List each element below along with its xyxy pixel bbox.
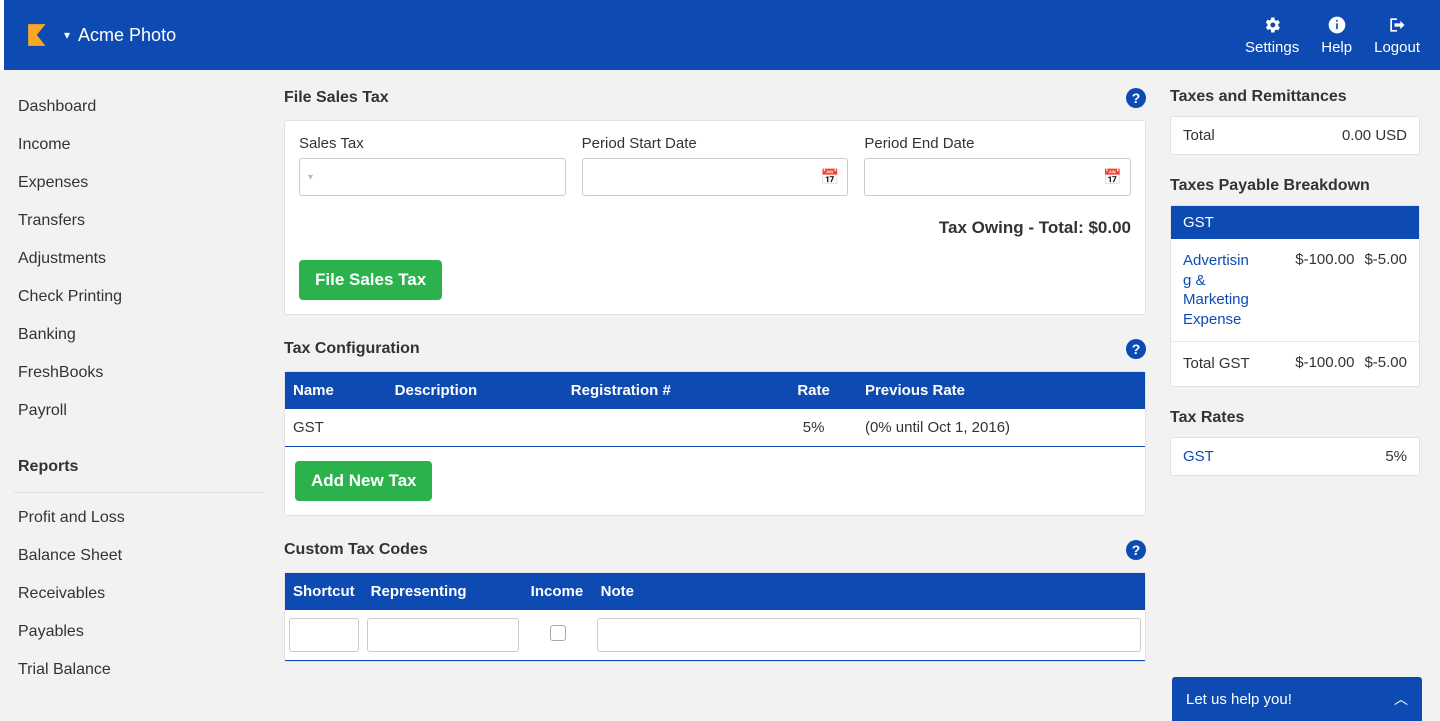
th-prev: Previous Rate [857, 372, 1145, 409]
tax-config-card: Name Description Registration # Rate Pre… [284, 371, 1146, 516]
custom-tax-codes-title: Custom Tax Codes [284, 541, 428, 559]
caret-down-icon: ▾ [64, 28, 70, 42]
breakdown-total-row: Total GST $-100.00 $-5.00 [1171, 342, 1419, 386]
tax-owing-total: Tax Owing - Total: $0.00 [299, 218, 1131, 238]
add-new-tax-button[interactable]: Add New Tax [295, 461, 432, 501]
gst-header: GST [1171, 206, 1419, 239]
representing-input[interactable] [367, 618, 519, 652]
period-end-input[interactable]: 📅 [864, 158, 1131, 196]
th-reg: Registration # [563, 372, 770, 409]
payable-breakdown-title: Taxes Payable Breakdown [1170, 177, 1420, 195]
nav-check-printing[interactable]: Check Printing [18, 278, 270, 316]
logout-icon [1387, 15, 1407, 35]
nav-banking[interactable]: Banking [18, 316, 270, 354]
custom-code-row [285, 610, 1145, 661]
reports-section-label: Reports [18, 448, 270, 486]
th-income: Income [523, 573, 593, 610]
tax-config-row[interactable]: GST 5% (0% until Oct 1, 2016) [285, 409, 1145, 447]
gear-icon [1262, 15, 1282, 35]
breakdown-link[interactable]: Advertising & Marketing Expense [1183, 251, 1253, 329]
help-bar[interactable]: Let us help you! ︿ [1172, 677, 1422, 721]
th-shortcut: Shortcut [285, 573, 363, 610]
tax-rate-link[interactable]: GST [1183, 448, 1214, 465]
help-icon[interactable]: ? [1126, 88, 1146, 108]
calendar-icon: 📅 [821, 168, 840, 186]
settings-button[interactable]: Settings [1245, 15, 1299, 56]
nav-payroll[interactable]: Payroll [18, 392, 270, 430]
help-button[interactable]: Help [1321, 15, 1352, 56]
taxes-remittances-title: Taxes and Remittances [1170, 88, 1420, 106]
tax-rate-row: GST 5% [1171, 438, 1419, 475]
calendar-icon: 📅 [1103, 168, 1122, 186]
total-value: 0.00 USD [1342, 127, 1407, 144]
nav-payables[interactable]: Payables [18, 613, 270, 651]
help-icon[interactable]: ? [1126, 540, 1146, 560]
th-name: Name [285, 372, 387, 409]
period-start-input[interactable]: 📅 [582, 158, 849, 196]
sidebar-divider [14, 492, 264, 493]
file-sales-tax-button[interactable]: File Sales Tax [299, 260, 442, 300]
nav-profit-loss[interactable]: Profit and Loss [18, 499, 270, 537]
th-rep: Representing [363, 573, 523, 610]
period-end-label: Period End Date [864, 135, 1131, 152]
nav-adjustments[interactable]: Adjustments [18, 240, 270, 278]
th-desc: Description [387, 372, 563, 409]
th-rate: Rate [770, 372, 857, 409]
company-name: Acme Photo [78, 25, 176, 46]
note-input[interactable] [597, 618, 1141, 652]
company-selector[interactable]: ▾ Acme Photo [64, 25, 176, 46]
nav-transfers[interactable]: Transfers [18, 202, 270, 240]
shortcut-input[interactable] [289, 618, 359, 652]
total-label: Total [1183, 127, 1215, 144]
tax-config-title: Tax Configuration [284, 340, 420, 358]
nav-receivables[interactable]: Receivables [18, 575, 270, 613]
nav-expenses[interactable]: Expenses [18, 164, 270, 202]
income-checkbox[interactable] [550, 625, 566, 641]
nav-balance-sheet[interactable]: Balance Sheet [18, 537, 270, 575]
caret-down-icon: ▾ [308, 172, 313, 183]
file-sales-tax-title: File Sales Tax [284, 89, 389, 107]
sales-tax-label: Sales Tax [299, 135, 566, 152]
th-note: Note [593, 573, 1145, 610]
breakdown-row: Advertising & Marketing Expense $-100.00… [1171, 239, 1419, 342]
logo-icon [26, 22, 52, 48]
nav-dashboard[interactable]: Dashboard [18, 88, 270, 126]
file-sales-tax-card: Sales Tax ▾ Period Start Date 📅 Period E… [284, 120, 1146, 315]
tax-rates-title: Tax Rates [1170, 409, 1420, 427]
nav-freshbooks[interactable]: FreshBooks [18, 354, 270, 392]
info-icon [1327, 15, 1347, 35]
logout-button[interactable]: Logout [1374, 15, 1420, 56]
custom-tax-codes-card: Shortcut Representing Income Note [284, 572, 1146, 662]
nav-trial-balance[interactable]: Trial Balance [18, 651, 270, 689]
sales-tax-select[interactable]: ▾ [299, 158, 566, 196]
period-start-label: Period Start Date [582, 135, 849, 152]
nav-income[interactable]: Income [18, 126, 270, 164]
sidebar: Dashboard Income Expenses Transfers Adju… [0, 70, 270, 721]
chevron-up-icon: ︿ [1394, 689, 1408, 709]
help-icon[interactable]: ? [1126, 339, 1146, 359]
